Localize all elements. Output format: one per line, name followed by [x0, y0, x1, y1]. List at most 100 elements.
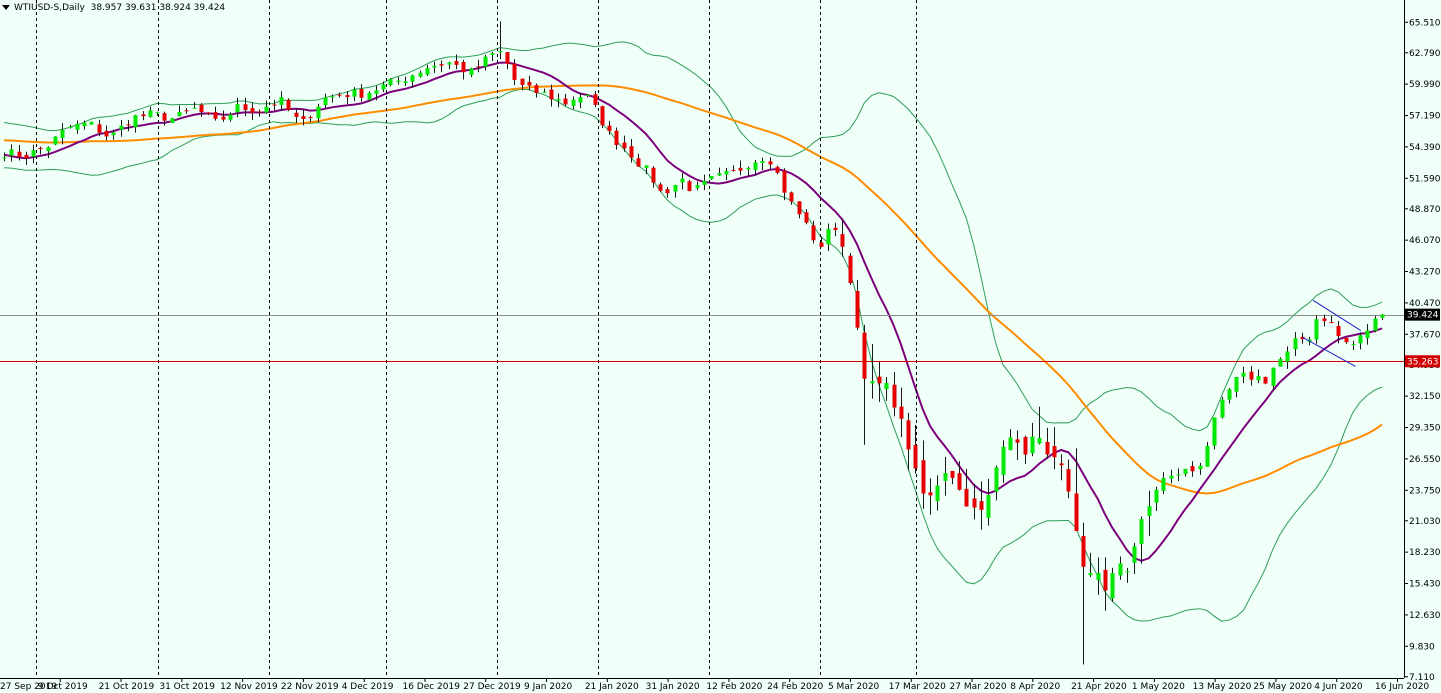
candle-body — [935, 485, 940, 502]
candle-body — [775, 166, 780, 173]
x-tick-label: 16 Jun 2020 — [1375, 682, 1429, 692]
candle — [789, 191, 794, 205]
candle — [614, 127, 619, 150]
candle — [1365, 324, 1370, 345]
candle — [367, 91, 372, 101]
candle — [695, 181, 700, 191]
candle-body — [840, 234, 845, 247]
x-axis: 27 Sep 20199 Oct 2019 21 Oct 2019 31 Oct 2… — [0, 678, 1429, 692]
candle — [892, 371, 897, 417]
candle — [804, 209, 809, 225]
candle — [1373, 316, 1378, 333]
candle — [316, 103, 321, 123]
candle — [673, 184, 678, 198]
candle — [1161, 472, 1166, 494]
candle — [418, 70, 423, 78]
candle-body — [899, 406, 904, 419]
y-tick-label: 18.230 — [1409, 548, 1441, 558]
y-tick-label: 54.390 — [1409, 143, 1441, 153]
candle-body — [1249, 371, 1254, 380]
x-tick-label: 9 Jan 2020 — [524, 682, 572, 692]
candle-body — [702, 180, 707, 185]
candle — [272, 99, 277, 111]
candle — [746, 166, 751, 176]
candle — [906, 412, 911, 471]
candle — [461, 59, 466, 80]
y-tick-label: 32.150 — [1409, 392, 1441, 402]
candle — [760, 157, 765, 171]
candle — [1030, 422, 1035, 457]
candle-body — [520, 78, 525, 85]
candle-body — [272, 104, 277, 106]
candle — [1045, 427, 1050, 459]
candle-body — [680, 178, 685, 183]
candle — [797, 201, 802, 219]
candle — [439, 60, 444, 73]
x-tick-label: 24 Feb 2020 — [767, 682, 823, 692]
candle-body — [884, 382, 889, 390]
candle-body — [213, 112, 218, 119]
candle — [1220, 396, 1225, 419]
candle — [490, 51, 495, 61]
candle — [170, 117, 175, 123]
candle-body — [724, 171, 729, 175]
candle — [1103, 557, 1108, 611]
candle — [1322, 314, 1327, 327]
candle-body — [60, 129, 65, 138]
candle-body — [1088, 573, 1093, 576]
candle-body — [483, 56, 488, 67]
candle — [498, 21, 503, 60]
candle — [447, 61, 452, 70]
chart-window: WTIUSD-S,Daily 38.957 39.631 38.924 39.4… — [0, 0, 1441, 693]
candle-body — [607, 125, 612, 131]
candle-body — [746, 167, 751, 170]
candle-body — [870, 381, 875, 384]
candle — [687, 179, 692, 192]
candle — [731, 165, 736, 172]
candle — [505, 51, 510, 70]
candle — [141, 111, 146, 121]
candle — [1227, 387, 1232, 404]
candle-body — [177, 111, 182, 117]
candle-body — [425, 68, 430, 75]
candle-body — [104, 130, 109, 137]
candle-body — [228, 114, 233, 120]
candle — [840, 219, 845, 257]
candle-body — [913, 445, 918, 469]
candle — [1205, 441, 1210, 467]
bollinger-upper-line — [3, 41, 1383, 432]
candle-body — [1351, 343, 1356, 346]
candle-body — [848, 255, 853, 284]
candle-body — [1161, 478, 1166, 491]
candle-body — [673, 184, 678, 192]
candle — [1380, 313, 1385, 320]
candle — [563, 93, 568, 106]
candle-body — [1066, 469, 1071, 492]
candle — [2, 152, 7, 162]
candle-body — [695, 185, 700, 189]
candle-body — [1132, 546, 1137, 563]
candle — [600, 105, 605, 128]
candle — [1344, 337, 1349, 344]
candle-body — [804, 212, 809, 223]
x-tick-label: 31 Oct 2019 — [159, 682, 215, 692]
candle — [899, 387, 904, 438]
candle-body — [1190, 466, 1195, 472]
candle-body — [388, 79, 393, 86]
candle-body — [964, 488, 969, 507]
candle-body — [89, 121, 94, 125]
candle — [636, 153, 641, 167]
candle-body — [797, 201, 802, 215]
candle-body — [31, 150, 36, 157]
candle-body — [381, 84, 386, 90]
candle-body — [753, 162, 758, 170]
price-chart[interactable]: 65.510 62.790 59.990 57.190 54.390 51.590 48.8… — [0, 0, 1441, 693]
candle-body — [972, 498, 977, 508]
candle — [855, 279, 860, 331]
candle-body — [330, 96, 335, 98]
y-tick-label: 21.030 — [1409, 517, 1441, 527]
candle — [680, 172, 685, 190]
bollinger-lower-line — [3, 88, 1383, 622]
candle — [1139, 516, 1144, 564]
candle-body — [957, 473, 962, 490]
